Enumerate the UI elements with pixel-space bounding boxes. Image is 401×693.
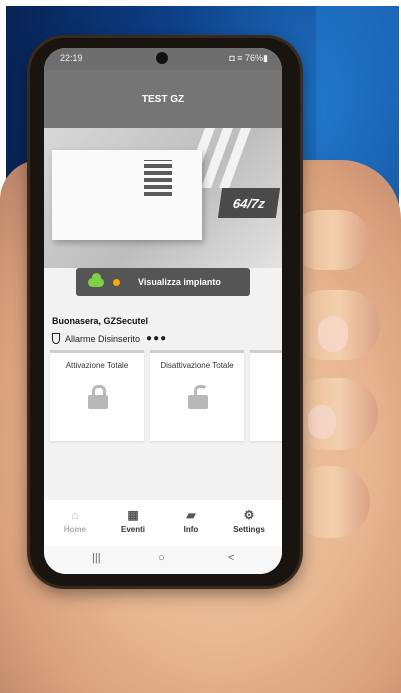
gear-icon: ⚙ (243, 508, 255, 522)
tab-home[interactable]: ⌂ Home (47, 508, 103, 534)
tab-info[interactable]: ▰ Info (163, 508, 219, 534)
tab-label: Home (63, 525, 87, 534)
fingernail (318, 316, 348, 352)
lock-open-icon (188, 385, 208, 409)
tab-label: Eventi (120, 525, 145, 534)
card-title: Disattivazione Totale (160, 361, 234, 370)
view-system-label: Visualizza impianto (138, 277, 221, 287)
brand-badge: 64/7z (217, 188, 281, 218)
lock-closed-icon (88, 385, 108, 409)
keypad-graphic (144, 160, 172, 196)
page-title: TEST GZ (141, 94, 185, 105)
tab-settings[interactable]: ⚙ Settings (221, 508, 277, 534)
status-icons: ◘ ≡ 76%▮ (229, 53, 268, 63)
app-header: TEST GZ (44, 70, 282, 128)
shield-icon (52, 333, 60, 344)
more-dots-icon[interactable]: ●●● (146, 333, 167, 344)
hero-banner: 64/7z (44, 128, 282, 268)
view-system-button[interactable]: Visualizza impianto (76, 268, 250, 296)
status-time: 22:19 (60, 53, 83, 63)
card-disattivazione-totale[interactable]: Disattivazione Totale (150, 350, 244, 441)
home-icon: ⌂ (71, 508, 79, 522)
tab-label: Settings (233, 525, 265, 534)
greeting-text: Buonasera, GZSecutel (52, 316, 149, 326)
status-dot-icon (113, 278, 120, 286)
alarm-state-label: Allarme Disinserito (65, 333, 141, 344)
fingernail (308, 405, 336, 439)
system-nav-bar: ||| ○ < (44, 546, 282, 574)
tab-eventi[interactable]: ▦ Eventi (105, 508, 161, 534)
home-button[interactable]: ○ (158, 552, 165, 564)
tab-bar: ⌂ Home ▦ Eventi ▰ Info ⚙ Settings (44, 500, 282, 546)
cloud-icon (88, 272, 104, 287)
tab-label: Info (183, 525, 199, 534)
card-title: Attivazione Totale (65, 361, 129, 370)
alarm-device-image (52, 150, 202, 240)
front-camera (156, 52, 168, 64)
info-logo-icon: ▰ (186, 508, 196, 522)
scenario-cards: Attivazione Totale Disattivazione Totale (50, 350, 282, 441)
alarm-state: Allarme Disinserito ●●● (52, 333, 167, 344)
pinky-finger (290, 466, 370, 538)
phone-screen: 22:19 ◘ ≡ 76%▮ TEST GZ 64/7z Visualizza … (44, 48, 282, 574)
calendar-icon: ▦ (127, 508, 139, 522)
index-finger (290, 210, 370, 270)
card-attivazione-totale[interactable]: Attivazione Totale (50, 350, 144, 441)
back-button[interactable]: < (228, 552, 234, 564)
status-bar: 22:19 ◘ ≡ 76%▮ (44, 48, 282, 70)
card-partial[interactable] (250, 350, 282, 441)
recents-button[interactable]: ||| (92, 552, 101, 564)
